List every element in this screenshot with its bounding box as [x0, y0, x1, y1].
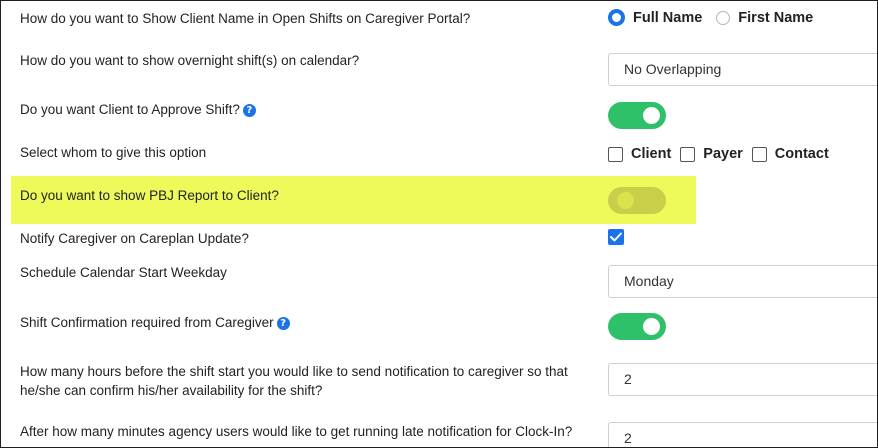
first-name-label[interactable]: First Name	[738, 10, 813, 26]
toggle-knob	[643, 107, 660, 124]
notify-careplan-question: Notify Caregiver on Careplan Update?	[20, 231, 249, 246]
question-circle-icon[interactable]: ?	[276, 317, 290, 330]
toggle-knob	[643, 318, 660, 335]
full-name-label[interactable]: Full Name	[633, 10, 702, 26]
late-minutes-question: After how many minutes agency users woul…	[20, 424, 573, 439]
question-circle-icon[interactable]: ?	[242, 104, 256, 117]
whom-question: Select whom to give this option	[20, 145, 207, 160]
shift-confirmation-toggle[interactable]	[608, 313, 666, 340]
client-approve-label: Do you want Client to Approve Shift?	[20, 102, 240, 117]
checkmark-icon	[610, 232, 622, 242]
client-name-radio-group: Full Name First Name	[608, 9, 827, 26]
notify-hours-input[interactable]: 2	[608, 363, 877, 396]
overnight-select[interactable]: No Overlapping	[608, 53, 877, 86]
client-approve-question: Do you want Client to Approve Shift??	[20, 100, 256, 120]
payer-checkbox[interactable]	[680, 146, 696, 162]
pbj-report-toggle[interactable]	[608, 187, 666, 214]
calendar-start-select[interactable]: Monday	[608, 265, 877, 298]
settings-panel: How do you want to Show Client Name in O…	[0, 0, 878, 448]
shift-confirmation-question: Shift Confirmation required from Caregiv…	[20, 313, 290, 333]
first-name-radio[interactable]	[716, 10, 731, 25]
overnight-question: How do you want to show overnight shift(…	[20, 53, 360, 68]
contact-checkbox[interactable]	[751, 146, 767, 162]
client-approve-toggle[interactable]	[608, 102, 666, 129]
full-name-radio[interactable]	[608, 9, 625, 26]
notify-hours-question-line2: he/she can confirm his/her availability …	[20, 383, 323, 398]
notify-hours-question-line1: How many hours before the shift start yo…	[20, 364, 568, 379]
whom-checkbox-group: Client Payer Contact	[608, 146, 838, 162]
client-name-question: How do you want to Show Client Name in O…	[20, 11, 471, 26]
pbj-report-question: Do you want to show PBJ Report to Client…	[20, 188, 279, 203]
client-label[interactable]: Client	[631, 146, 671, 162]
notify-careplan-checkbox[interactable]	[608, 229, 624, 245]
late-minutes-input[interactable]: 2	[608, 422, 877, 447]
client-checkbox[interactable]	[608, 146, 623, 162]
payer-label[interactable]: Payer	[703, 146, 743, 162]
contact-label[interactable]: Contact	[775, 146, 829, 162]
shift-confirmation-label: Shift Confirmation required from Caregiv…	[20, 315, 274, 330]
toggle-knob	[617, 192, 634, 209]
calendar-start-question: Schedule Calendar Start Weekday	[20, 265, 227, 280]
